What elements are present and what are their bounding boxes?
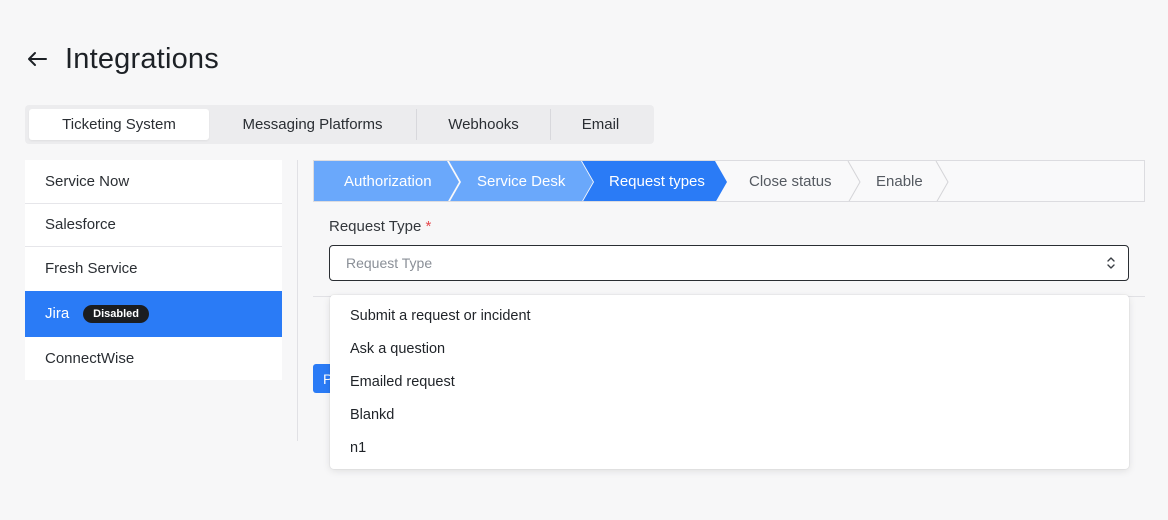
request-type-label: Request Type * [329,218,431,235]
sidebar-item-jira[interactable]: Jira Disabled [25,290,282,337]
request-type-select[interactable]: Request Type [329,245,1129,281]
sidebar-item-connectwise[interactable]: ConnectWise [25,337,282,381]
integration-tabs: Ticketing System Messaging Platforms Web… [25,105,654,144]
step-authorization[interactable]: Authorization [344,161,432,201]
required-marker: * [425,218,432,235]
request-type-placeholder: Request Type [346,255,433,271]
status-badge: Disabled [83,304,150,323]
setup-stepper: Authorization Service Desk Request types… [313,160,1145,202]
content-divider [297,160,298,441]
option-ask-question[interactable]: Ask a question [330,332,1129,365]
stepper-shapes [314,161,949,201]
option-submit-request[interactable]: Submit a request or incident [330,299,1129,332]
option-blankd[interactable]: Blankd [330,398,1129,431]
request-type-label-text: Request Type [329,218,422,235]
option-n1[interactable]: n1 [330,431,1129,464]
sidebar-item-label: Salesforce [45,216,116,234]
step-divider-close-status [847,161,861,201]
tab-messaging-platforms[interactable]: Messaging Platforms [209,109,417,140]
back-arrow-icon[interactable] [24,46,50,72]
sidebar-item-label: Jira [45,305,70,322]
option-emailed-request[interactable]: Emailed request [330,365,1129,398]
step-request-types[interactable]: Request types [609,161,705,201]
request-type-dropdown: Submit a request or incident Ask a quest… [330,295,1129,469]
tab-ticketing-system[interactable]: Ticketing System [29,109,209,140]
sidebar-item-service-now[interactable]: Service Now [25,160,282,204]
tab-webhooks[interactable]: Webhooks [417,109,551,140]
sidebar-item-label: ConnectWise [45,349,135,367]
ticketing-sidebar: Service Now Salesforce Fresh Service Jir… [25,160,282,380]
select-chevron-icon [1106,256,1116,273]
page-header: Integrations [24,40,219,78]
sidebar-item-fresh-service[interactable]: Fresh Service [25,247,282,291]
page-title: Integrations [65,42,219,75]
sidebar-item-label: Service Now [45,172,130,190]
step-close-status[interactable]: Close status [749,161,832,201]
sidebar-item-salesforce[interactable]: Salesforce [25,204,282,247]
tab-email[interactable]: Email [551,109,650,140]
step-divider-enable [935,161,949,201]
step-service-desk[interactable]: Service Desk [477,161,565,201]
step-enable[interactable]: Enable [876,161,923,201]
sidebar-item-label: Fresh Service [45,260,138,278]
